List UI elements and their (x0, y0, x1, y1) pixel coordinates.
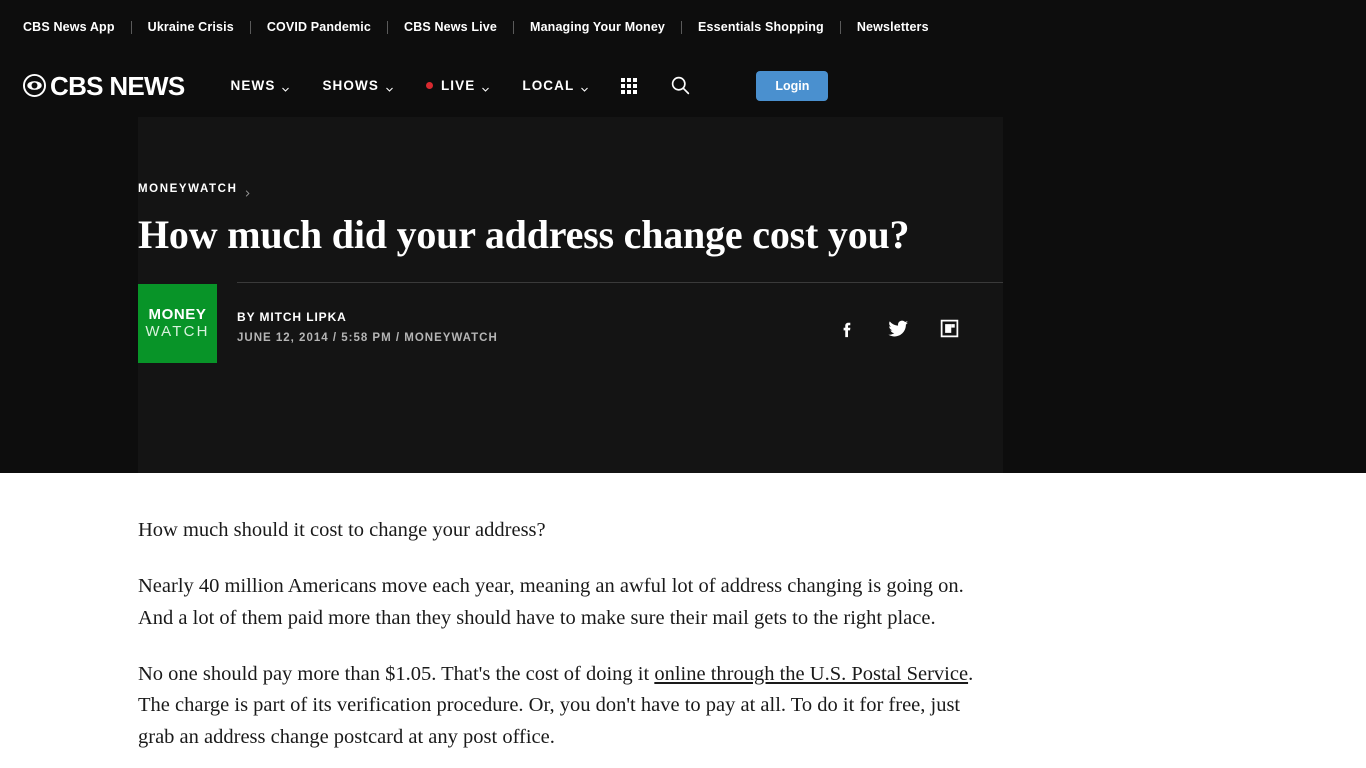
nav-item-label: LIVE (440, 78, 476, 93)
byline-author: BY MITCH LIPKA (237, 309, 347, 324)
utility-nav-link[interactable]: Managing Your Money (530, 20, 665, 34)
article-paragraph: No one should pay more than $1.05. That'… (138, 659, 1000, 753)
grid-cell (627, 83, 632, 88)
utility-nav-link[interactable]: Ukraine Crisis (148, 20, 234, 34)
grid-cell (633, 77, 638, 82)
utility-nav-item-covid-pandemic[interactable]: COVID Pandemic (267, 20, 371, 34)
moneywatch-badge[interactable]: MONEY WATCH (138, 283, 217, 363)
utility-nav-separator (839, 20, 841, 34)
cbs-eye-icon (23, 74, 46, 97)
nav-item-label: SHOWS (322, 78, 379, 93)
grid-cell (633, 89, 638, 94)
utility-nav-link[interactable]: COVID Pandemic (267, 20, 371, 34)
usps-inline-link[interactable]: online through the U.S. Postal Service (654, 663, 968, 685)
utility-nav-link[interactable]: CBS News Live (404, 20, 497, 34)
nav-item-label: LOCAL (522, 78, 575, 93)
nav-item-shows[interactable]: SHOWS (322, 78, 394, 93)
grid-cell (621, 77, 626, 82)
nav-item-live[interactable]: LIVE (425, 78, 490, 93)
moneywatch-badge-line2: WATCH (145, 323, 210, 341)
cbs-news-logo[interactable]: CBS NEWS (23, 73, 185, 99)
flipboard-share-icon[interactable] (937, 317, 961, 341)
main-nav-list: NEWS SHOWS LIVE LOCAL (231, 78, 622, 93)
page-title: How much did your address change cost yo… (138, 212, 910, 257)
paragraph-text: Nearly 40 million Americans move each ye… (138, 575, 964, 629)
moneywatch-badge-line1: MONEY (148, 306, 207, 324)
utility-nav-link[interactable]: Essentials Shopping (698, 20, 824, 34)
apps-grid-icon[interactable] (621, 77, 638, 94)
byline-dateline: JUNE 12, 2014 / 5:58 PM / MONEYWATCH (237, 331, 498, 344)
grid-cell (627, 77, 632, 82)
article-hero-content: MONEYWATCH How much did your address cha… (138, 117, 1003, 363)
grid-cell (627, 89, 632, 94)
utility-nav-separator (387, 20, 389, 34)
byline-row: MONEY WATCH BY MITCH LIPKA JUNE 12, 2014… (138, 283, 1003, 363)
article-paragraph: How much should it cost to change your a… (138, 515, 1000, 546)
twitter-share-icon[interactable] (886, 317, 910, 341)
main-nav-bar: CBS NEWS NEWS SHOWS LIVE LOCAL Login (0, 54, 1366, 117)
utility-nav-bar: CBS News App Ukraine Crisis COVID Pandem… (0, 0, 1366, 54)
utility-nav-item-ukraine-crisis[interactable]: Ukraine Crisis (148, 20, 234, 34)
chevron-down-icon (481, 81, 490, 92)
nav-item-news[interactable]: NEWS (231, 78, 291, 93)
utility-nav-separator (249, 20, 251, 34)
breadcrumb-link-moneywatch[interactable]: MONEYWATCH (138, 183, 237, 195)
utility-nav-item-cbs-news-live[interactable]: CBS News Live (404, 20, 497, 34)
article-body: How much should it cost to change your a… (0, 473, 1366, 754)
utility-nav-item-cbs-news-app[interactable]: CBS News App (23, 20, 115, 34)
byline-text-block: BY MITCH LIPKA JUNE 12, 2014 / 5:58 PM /… (237, 283, 835, 344)
live-indicator-dot-icon (425, 82, 433, 89)
breadcrumb[interactable]: MONEYWATCH (138, 183, 1003, 197)
article-hero: MONEYWATCH How much did your address cha… (0, 117, 1366, 473)
utility-nav-separator (513, 20, 514, 34)
utility-nav-item-newsletters[interactable]: Newsletters (857, 20, 929, 34)
nav-item-local[interactable]: LOCAL (522, 78, 589, 93)
search-icon[interactable] (670, 75, 691, 96)
chevron-right-icon (244, 185, 251, 197)
utility-nav-link[interactable]: Newsletters (857, 20, 929, 34)
grid-cell (621, 83, 626, 88)
grid-cell (621, 89, 626, 94)
chevron-down-icon (385, 81, 394, 92)
utility-nav-list: CBS News App Ukraine Crisis COVID Pandem… (23, 20, 929, 34)
article-hero-panel: MONEYWATCH How much did your address cha… (138, 117, 1003, 473)
nav-item-label: NEWS (230, 78, 276, 93)
paragraph-text: No one should pay more than $1.05. That'… (138, 663, 655, 686)
chevron-down-icon (580, 81, 589, 92)
utility-nav-separator (681, 20, 683, 34)
share-buttons (835, 283, 1003, 341)
utility-nav-link[interactable]: CBS News App (23, 20, 115, 34)
utility-nav-separator (130, 20, 132, 34)
facebook-share-icon[interactable] (835, 317, 859, 341)
utility-nav-item-essentials-shopping[interactable]: Essentials Shopping (698, 20, 824, 34)
login-button[interactable]: Login (756, 70, 829, 101)
article-paragraph: Nearly 40 million Americans move each ye… (138, 571, 1000, 634)
utility-nav-item-managing-your-money[interactable]: Managing Your Money (530, 20, 665, 34)
chevron-down-icon (281, 81, 290, 92)
paragraph-text: How much should it cost to change your a… (138, 519, 546, 541)
cbs-news-wordmark: CBS NEWS (50, 70, 185, 101)
grid-cell (633, 83, 638, 88)
